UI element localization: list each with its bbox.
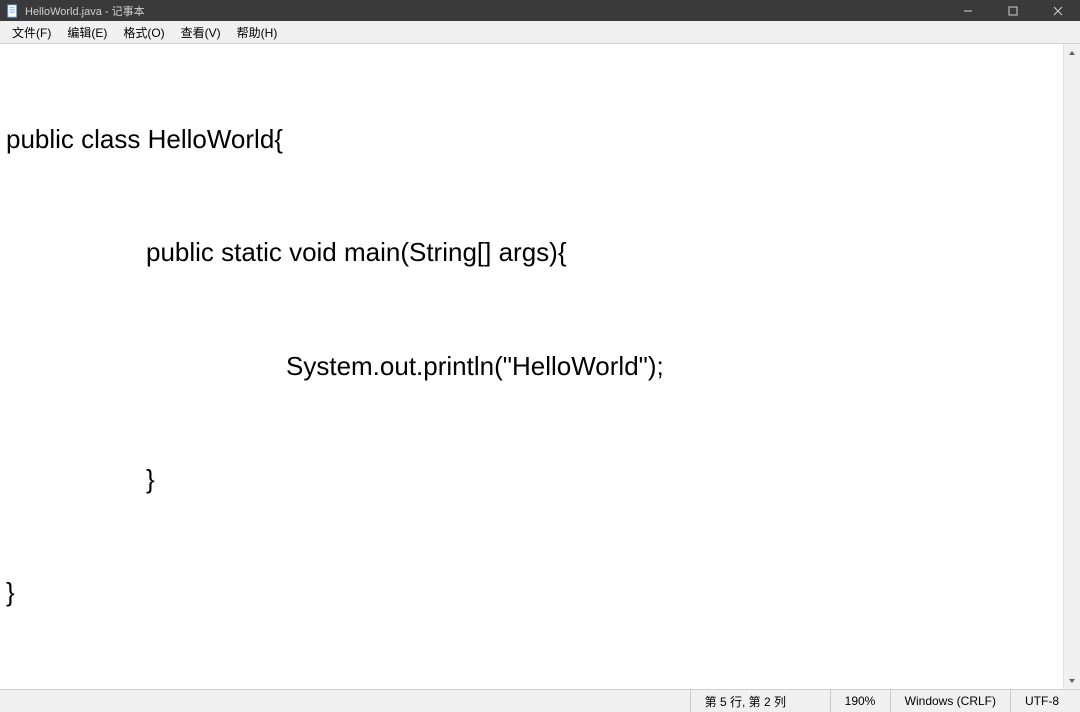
code-line: }	[6, 574, 1074, 612]
code-line: }	[6, 461, 1074, 499]
menu-format[interactable]: 格式(O)	[115, 22, 172, 43]
notepad-icon	[6, 4, 20, 18]
status-cursor-position: 第 5 行, 第 2 列	[690, 690, 830, 712]
menu-file[interactable]: 文件(F)	[4, 22, 59, 43]
status-zoom: 190%	[830, 690, 890, 712]
titlebar: HelloWorld.java - 记事本	[0, 0, 1080, 21]
menubar: 文件(F) 编辑(E) 格式(O) 查看(V) 帮助(H)	[0, 21, 1080, 44]
minimize-button[interactable]	[945, 0, 990, 21]
status-encoding: UTF-8	[1010, 690, 1080, 712]
menu-view[interactable]: 查看(V)	[173, 22, 229, 43]
window-title: HelloWorld.java - 记事本	[25, 3, 945, 19]
scroll-down-arrow-icon[interactable]	[1064, 672, 1080, 689]
menu-edit[interactable]: 编辑(E)	[59, 22, 115, 43]
window-controls	[945, 0, 1080, 21]
maximize-button[interactable]	[990, 0, 1035, 21]
code-line: System.out.println("HelloWorld");	[6, 348, 1074, 386]
status-line-ending: Windows (CRLF)	[890, 690, 1010, 712]
code-line: public class HelloWorld{	[6, 121, 1074, 159]
text-editor[interactable]: public class HelloWorld{ public static v…	[0, 44, 1080, 689]
vertical-scrollbar[interactable]	[1063, 44, 1080, 689]
code-line: public static void main(String[] args){	[6, 234, 1074, 272]
close-button[interactable]	[1035, 0, 1080, 21]
statusbar: 第 5 行, 第 2 列 190% Windows (CRLF) UTF-8	[0, 689, 1080, 712]
scroll-up-arrow-icon[interactable]	[1064, 44, 1080, 61]
menu-help[interactable]: 帮助(H)	[229, 22, 286, 43]
